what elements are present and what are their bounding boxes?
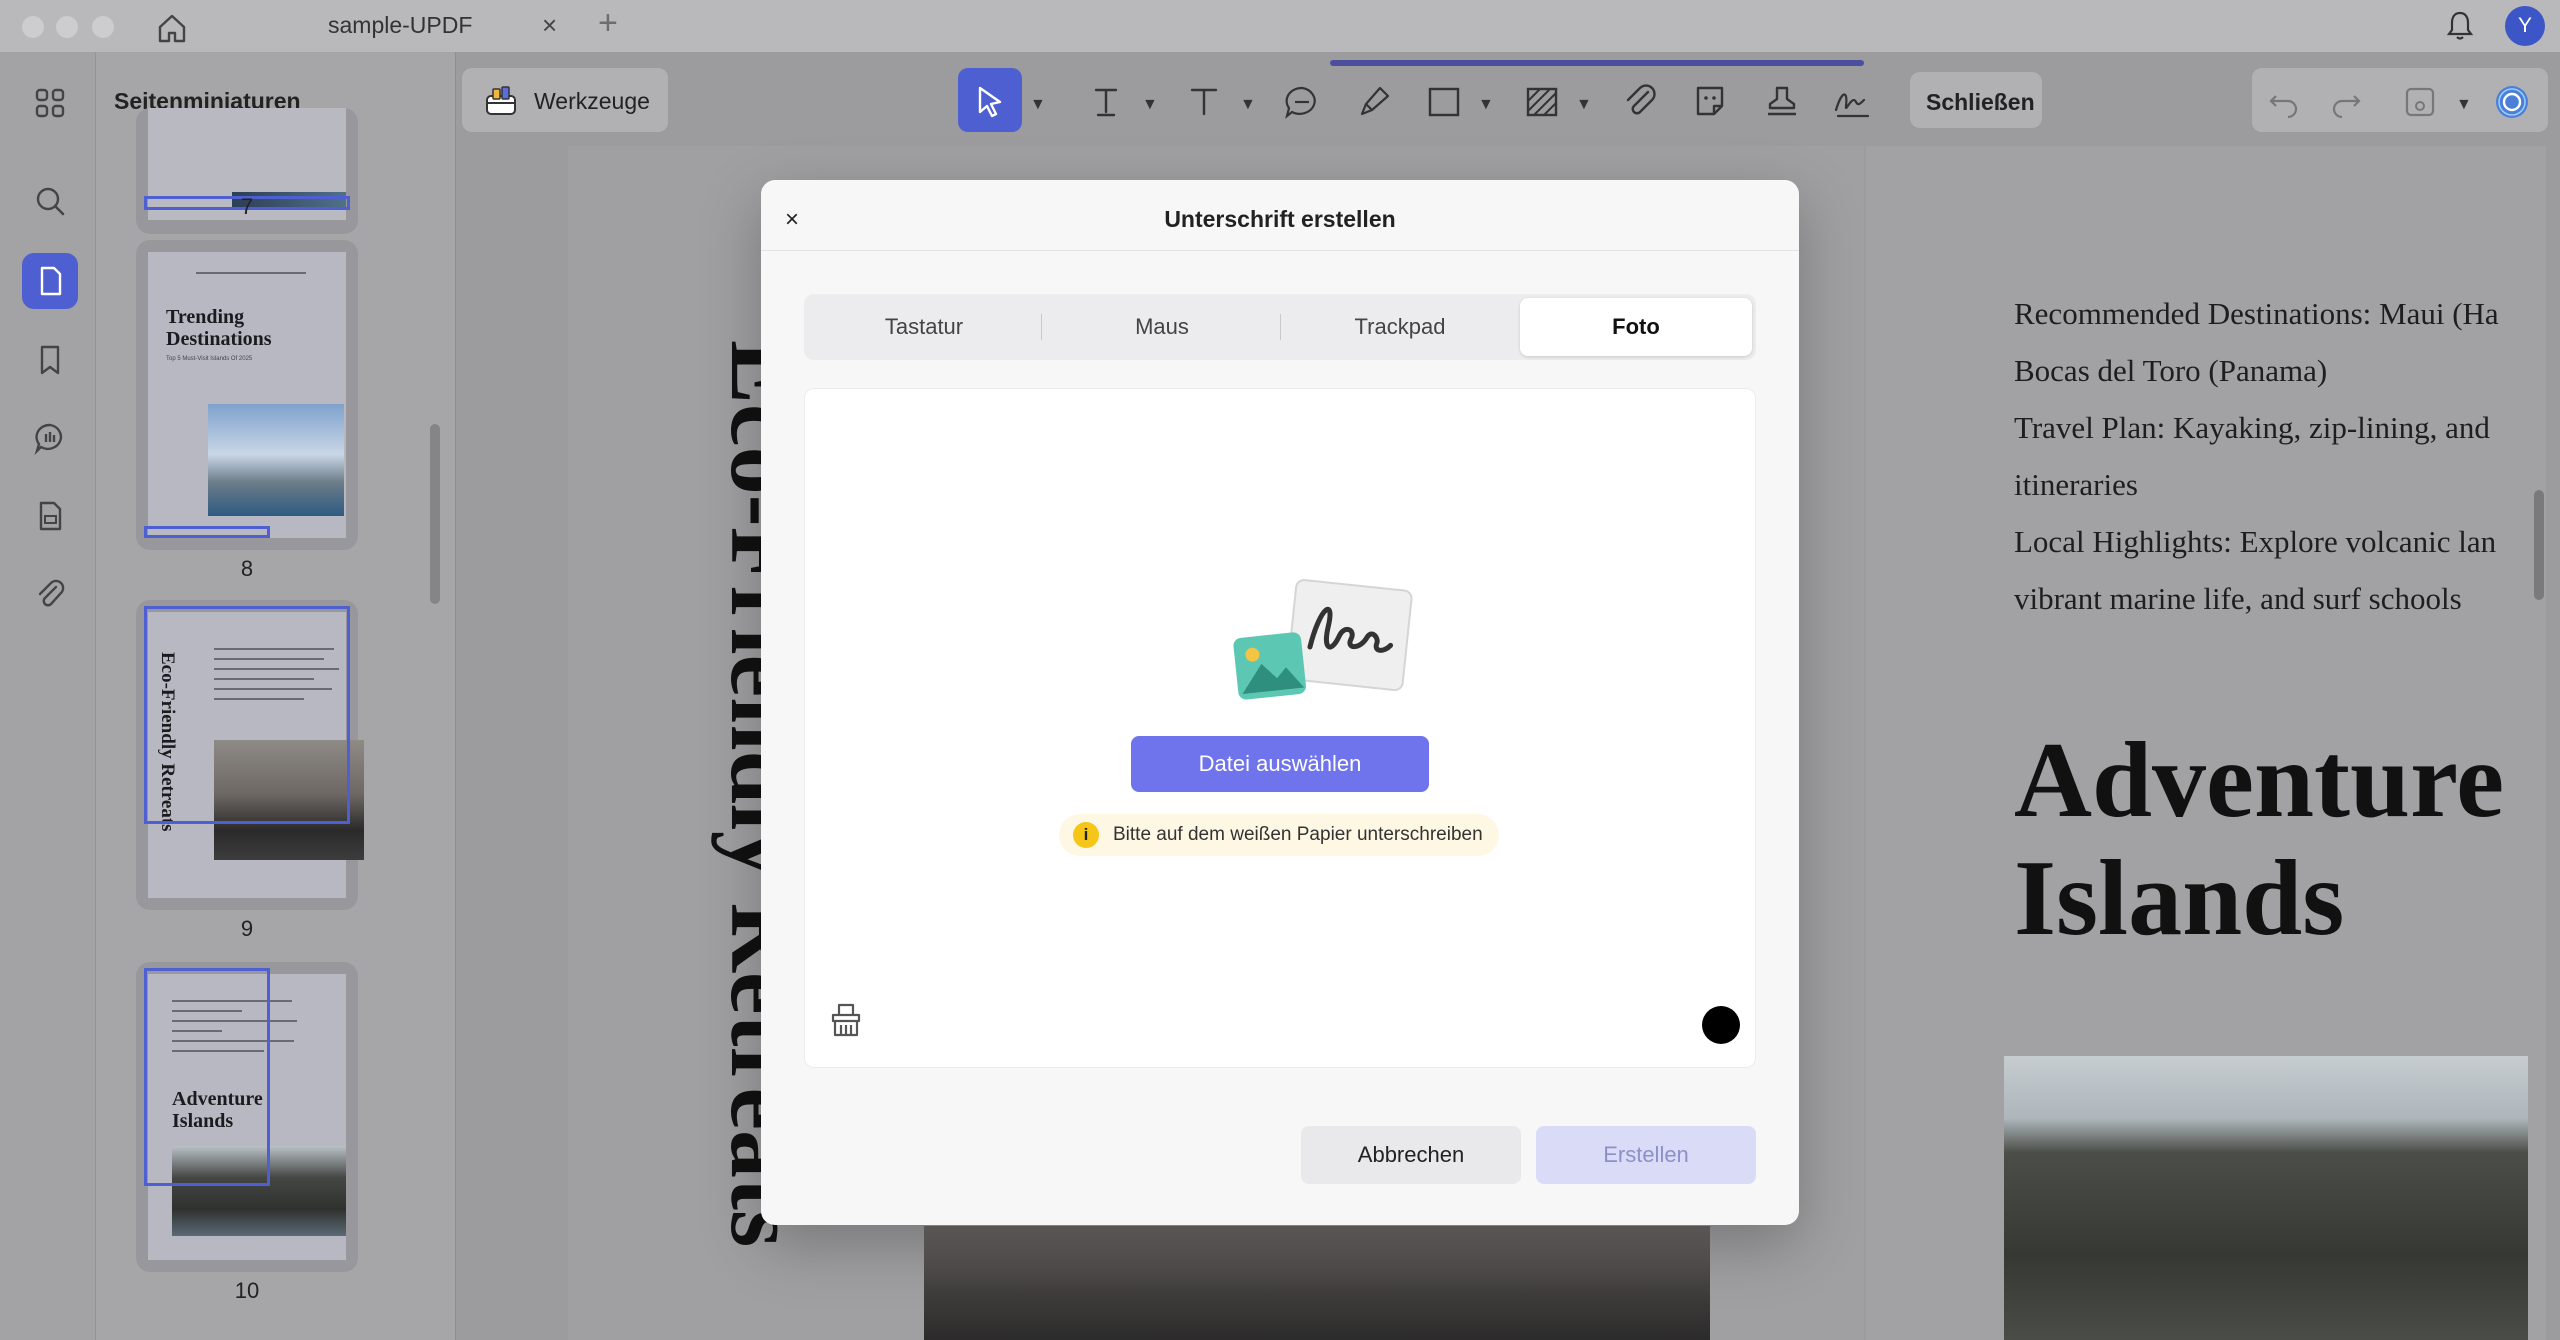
hint-text: Bitte auf dem weißen Papier unterschreib… bbox=[1113, 824, 1483, 845]
thumbnail-label: 8 bbox=[240, 556, 254, 581]
close-tool-label: Schließen bbox=[1926, 89, 2035, 115]
sticker-icon[interactable] bbox=[1688, 80, 1732, 124]
photo-signature-icon bbox=[1233, 579, 1413, 700]
text-cursor-icon[interactable] bbox=[1084, 80, 1128, 124]
page-heading: Adventure Islands bbox=[2014, 722, 2504, 958]
chevron-down-icon[interactable]: ▼ bbox=[1240, 96, 1256, 114]
thumbnails-scrollbar[interactable] bbox=[430, 424, 440, 604]
tab-divider bbox=[1041, 314, 1042, 340]
chevron-down-icon[interactable]: ▼ bbox=[1478, 96, 1494, 114]
attachment-icon[interactable] bbox=[22, 566, 78, 622]
ink-color-picker[interactable] bbox=[1702, 1006, 1740, 1044]
page-text-line: itineraries bbox=[2014, 467, 2138, 502]
zoom-window-button[interactable] bbox=[92, 16, 114, 38]
thumbnail-page-10[interactable]: Adventure Islands bbox=[136, 962, 358, 1272]
thumbnail-page-8[interactable]: Trending Destinations Top 5 Must-Visit I… bbox=[136, 240, 358, 550]
page-text-line: Local Highlights: Explore volcanic lan bbox=[2014, 524, 2497, 559]
signature-icon[interactable] bbox=[1830, 80, 1874, 124]
choose-file-button[interactable]: Datei auswählen bbox=[1131, 736, 1429, 792]
page-photo-rocks bbox=[924, 1226, 1710, 1340]
search-icon[interactable] bbox=[22, 173, 78, 229]
thumbnail-page-9[interactable]: Eco-Friendly Retreats bbox=[136, 600, 364, 910]
info-icon: i bbox=[1073, 822, 1099, 848]
attach-icon[interactable] bbox=[1618, 80, 1662, 124]
bell-icon[interactable] bbox=[2442, 8, 2478, 44]
avatar[interactable]: Y bbox=[2505, 6, 2545, 46]
page-heading-line: Islands bbox=[2014, 839, 2345, 958]
thumbnail-subheading: Top 5 Must-Visit Islands Of 2025 bbox=[166, 356, 253, 362]
create-button[interactable]: Erstellen bbox=[1536, 1126, 1756, 1184]
page-text-line: Bocas del Toro (Panama) bbox=[2014, 353, 2328, 388]
comment-icon[interactable] bbox=[22, 410, 78, 466]
tab-tastatur[interactable]: Tastatur bbox=[808, 298, 1040, 356]
hint-banner: i Bitte auf dem weißen Papier unterschre… bbox=[1059, 814, 1499, 856]
title-bar: sample-UPDF × + Y bbox=[0, 0, 2560, 52]
dialog-title: Unterschrift erstellen bbox=[1164, 206, 1396, 232]
chevron-down-icon[interactable]: ▼ bbox=[1576, 96, 1592, 114]
chevron-down-icon[interactable]: ▼ bbox=[1030, 96, 1046, 114]
thumbnail-label: 7 bbox=[240, 194, 254, 219]
page-text-line: Recommended Destinations: Maui (Ha bbox=[2014, 296, 2499, 331]
save-icon[interactable] bbox=[2398, 80, 2442, 124]
thumbnails-icon[interactable] bbox=[22, 253, 78, 309]
rectangle-icon[interactable] bbox=[1422, 80, 1466, 124]
bookmark-icon[interactable] bbox=[22, 332, 78, 388]
tab-close-icon[interactable]: × bbox=[542, 10, 557, 41]
grid-icon[interactable] bbox=[22, 75, 78, 131]
select-icon[interactable] bbox=[968, 80, 1012, 124]
tab-foto[interactable]: Foto bbox=[1520, 298, 1752, 356]
thumbnail-label: 9 bbox=[240, 916, 254, 941]
create-signature-dialog: × Unterschrift erstellen Tastatur Maus T… bbox=[761, 180, 1799, 1225]
thumbnail-label: 10 bbox=[234, 1278, 260, 1303]
tab-maus[interactable]: Maus bbox=[1046, 298, 1278, 356]
toolbox-icon bbox=[486, 86, 516, 115]
form-icon[interactable] bbox=[22, 488, 78, 544]
loading-progress-bar bbox=[1330, 60, 1864, 66]
tab-title: sample-UPDF bbox=[328, 12, 473, 38]
text-icon[interactable] bbox=[1182, 80, 1226, 124]
hatch-icon[interactable] bbox=[1520, 80, 1564, 124]
minimize-window-button[interactable] bbox=[56, 16, 78, 38]
tab-trackpad[interactable]: Trackpad bbox=[1284, 298, 1516, 356]
undo-icon[interactable] bbox=[2262, 80, 2306, 124]
new-tab-button[interactable]: + bbox=[598, 4, 618, 43]
chevron-down-icon[interactable]: ▼ bbox=[1142, 96, 1158, 114]
signature-canvas[interactable]: Datei auswählen i Bitte auf dem weißen P… bbox=[804, 388, 1756, 1068]
signature-method-tabs: Tastatur Maus Trackpad Foto bbox=[804, 294, 1756, 360]
close-window-button[interactable] bbox=[22, 16, 44, 38]
tab-divider bbox=[1280, 314, 1281, 340]
thumbnail-heading: Trending Destinations bbox=[166, 306, 272, 350]
comment-icon[interactable] bbox=[1280, 80, 1324, 124]
divider bbox=[761, 250, 1799, 251]
ai-icon[interactable] bbox=[2490, 80, 2534, 124]
thumbnails-panel: Seitenminiaturen 7 Trending Destinations… bbox=[96, 52, 456, 1340]
left-rail bbox=[0, 52, 96, 1340]
document-scrollbar[interactable] bbox=[2534, 490, 2544, 600]
page-text-line: Travel Plan: Kayaking, zip-lining, and bbox=[2014, 410, 2490, 445]
clear-icon[interactable] bbox=[825, 999, 867, 1041]
stamp-icon[interactable] bbox=[1760, 80, 1804, 124]
page-text-line: vibrant marine life, and surf schools bbox=[2014, 581, 2462, 616]
home-icon[interactable] bbox=[152, 8, 192, 48]
tools-label: Werkzeuge bbox=[534, 88, 650, 114]
page-photo-cliffs bbox=[2004, 1056, 2528, 1340]
pen-icon[interactable] bbox=[1352, 80, 1396, 124]
page-heading-line: Adventure bbox=[2014, 721, 2505, 840]
chevron-down-icon[interactable]: ▼ bbox=[2456, 96, 2472, 114]
cancel-button[interactable]: Abbrechen bbox=[1301, 1126, 1521, 1184]
document-tab[interactable]: sample-UPDF × bbox=[232, 0, 582, 52]
redo-icon[interactable] bbox=[2324, 80, 2368, 124]
